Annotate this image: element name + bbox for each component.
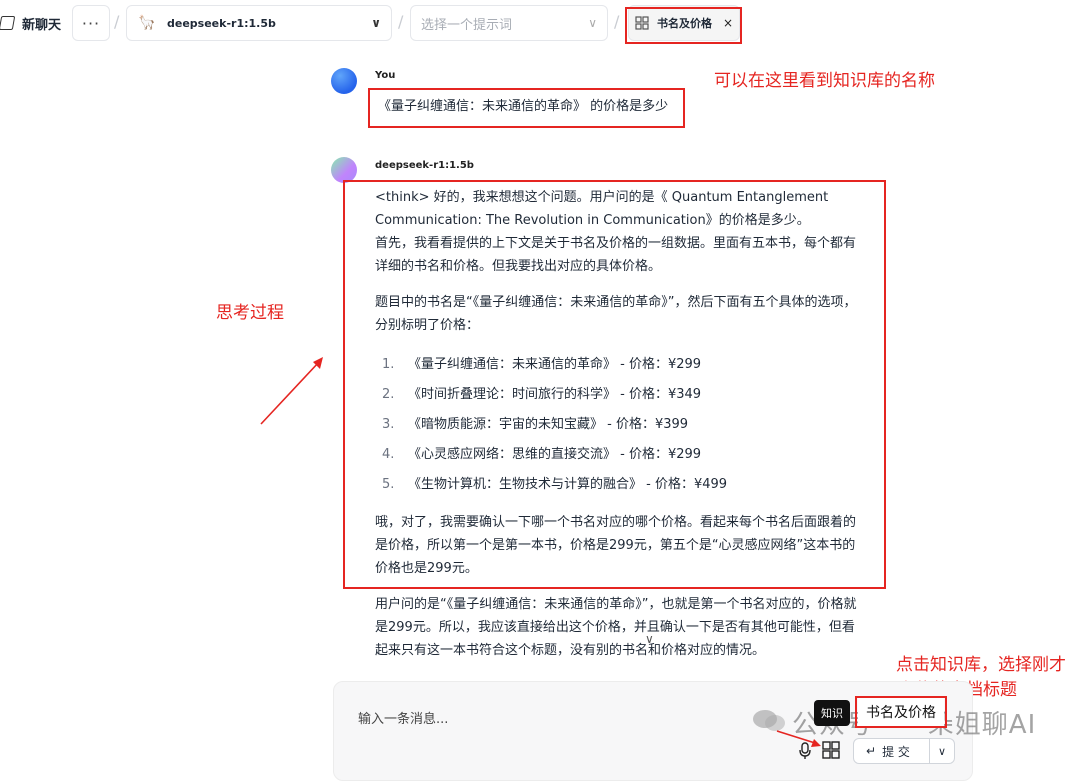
chevron-down-icon: ∨ [588, 16, 597, 30]
enter-icon: ↵ [866, 744, 877, 758]
separator: / [114, 12, 120, 31]
knowledge-button[interactable] [822, 741, 842, 761]
new-chat-label: 新聊天 [22, 17, 62, 33]
prompt-selector[interactable]: 选择一个提示词 ∨ [410, 5, 608, 41]
user-avatar [331, 68, 357, 94]
separator: / [398, 12, 404, 31]
submit-button[interactable]: ↵ 提 交 ∨ [853, 738, 955, 764]
user-sender: You [375, 70, 396, 81]
submit-main[interactable]: ↵ 提 交 [854, 739, 930, 763]
more-icon: ··· [81, 13, 101, 33]
highlight-box [343, 180, 886, 589]
annotation-knowledge-name: 可以在这里看到知识库的名称 [714, 71, 935, 91]
highlight-box [368, 88, 685, 128]
llama-icon: 🦙 [138, 15, 156, 31]
highlight-box [855, 696, 947, 728]
edit-icon [0, 16, 16, 30]
new-chat-button[interactable]: 新聊天 [0, 5, 71, 41]
prompt-placeholder: 选择一个提示词 [421, 17, 513, 33]
scroll-down-icon[interactable]: ∨ [645, 632, 654, 646]
model-selector[interactable]: 🦙 deepseek-r1:1.5b ∨ [126, 5, 392, 41]
chevron-down-icon[interactable]: ∨ [930, 745, 954, 758]
model-name: deepseek-r1:1.5b [167, 16, 276, 30]
arrow-icon [260, 357, 323, 425]
answer-paragraph: 用户问的是“《量子纠缠通信：未来通信的革命》”，也就是第一个书名对应的，价格就是… [375, 597, 857, 658]
highlight-box [625, 7, 742, 44]
knowledge-tooltip: 知识 [814, 700, 850, 726]
annotation-click-kb: 点击知识库，选择刚才 [896, 655, 1066, 675]
more-button[interactable]: ··· [72, 5, 110, 41]
submit-label: 提 交 [882, 744, 910, 759]
assistant-sender: deepseek-r1:1.5b [375, 160, 474, 171]
chevron-down-icon: ∨ [371, 16, 381, 30]
separator: / [614, 12, 620, 31]
message-placeholder: 输入一条消息... [358, 712, 449, 727]
annotation-thinking: 思考过程 [216, 303, 284, 323]
microphone-icon[interactable] [798, 742, 812, 760]
